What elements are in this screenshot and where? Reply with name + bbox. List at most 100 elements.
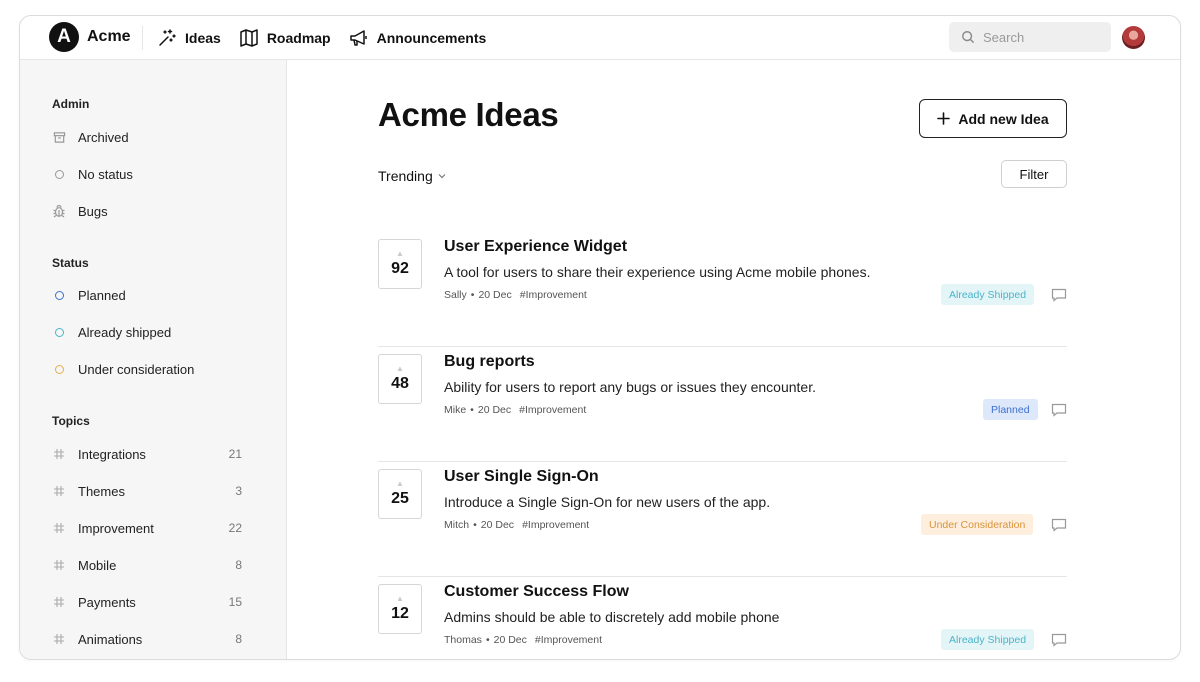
main-nav: Ideas Roadmap Announcements: [157, 16, 486, 60]
comment-icon[interactable]: [1051, 288, 1067, 302]
sidebar-item-planned[interactable]: Planned: [52, 284, 242, 306]
idea-description: A tool for users to share their experien…: [444, 264, 871, 280]
nav-divider: [142, 26, 143, 50]
search-box[interactable]: [949, 22, 1111, 52]
sidebar-topic-mobile[interactable]: Mobile 8: [52, 554, 242, 576]
idea-author: Mitch: [444, 519, 470, 531]
idea-date: 20 Dec: [478, 289, 512, 301]
idea-card: ▲ 25 User Single Sign-On Introduce a Sin…: [378, 462, 1067, 577]
upvote-button[interactable]: ▲ 48: [378, 354, 422, 404]
comment-icon[interactable]: [1051, 403, 1067, 417]
vote-count: 92: [391, 260, 409, 277]
chevron-down-icon: [438, 174, 446, 179]
sidebar-item-label: Already shipped: [78, 324, 172, 340]
idea-description: Introduce a Single Sign-On for new users…: [444, 494, 771, 510]
upvote-button[interactable]: ▲ 25: [378, 469, 422, 519]
status-badge: Already Shipped: [941, 629, 1035, 650]
sidebar-item-label: Archived: [78, 129, 129, 145]
topic-count: 8: [235, 558, 242, 572]
brand-name: Acme: [87, 28, 131, 45]
sidebar-item-under-consideration[interactable]: Under consideration: [52, 358, 242, 380]
topic-label: Improvement: [78, 520, 154, 536]
sidebar-item-label: Bugs: [78, 203, 108, 219]
topic-count: 15: [228, 595, 242, 609]
upvote-arrow-icon: ▲: [396, 364, 404, 373]
idea-description: Ability for users to report any bugs or …: [444, 379, 816, 395]
upvote-arrow-icon: ▲: [396, 594, 404, 603]
archive-icon: [52, 130, 66, 144]
hash-icon: [52, 558, 66, 572]
sidebar-topic-animations[interactable]: Animations 8: [52, 628, 242, 650]
search-icon: [962, 31, 974, 43]
topic-label: Mobile: [78, 557, 117, 573]
upvote-button[interactable]: ▲ 12: [378, 584, 422, 634]
status-dot-icon: [52, 288, 66, 302]
nav-announcements-label: Announcements: [376, 30, 487, 46]
sidebar-topics-title: Topics: [52, 414, 90, 428]
status-badge: Under Consideration: [921, 514, 1034, 535]
idea-title[interactable]: Bug reports: [444, 353, 535, 371]
idea-meta: Mike • 20 Dec #Improvement: [444, 404, 587, 416]
search-input[interactable]: [983, 29, 1103, 45]
nav-ideas[interactable]: Ideas: [157, 28, 221, 48]
upvote-arrow-icon: ▲: [396, 479, 404, 488]
megaphone-icon: [349, 30, 367, 46]
idea-author: Thomas: [444, 634, 482, 646]
idea-date: 20 Dec: [480, 519, 515, 531]
sidebar-item-bugs[interactable]: Bugs: [52, 200, 242, 222]
idea-title[interactable]: User Single Sign-On: [444, 468, 599, 486]
hash-icon: [52, 632, 66, 646]
user-avatar[interactable]: [1122, 26, 1145, 49]
sidebar-item-label: No status: [78, 166, 133, 182]
comment-icon[interactable]: [1051, 633, 1067, 647]
nav-roadmap-label: Roadmap: [266, 30, 331, 46]
acme-logo: A: [49, 22, 79, 52]
plus-icon: [937, 112, 951, 125]
idea-tag[interactable]: #Improvement: [522, 519, 589, 531]
status-dot-icon: [52, 362, 66, 376]
idea-date: 20 Dec: [493, 634, 527, 646]
sidebar-topic-themes[interactable]: Themes 3: [52, 480, 242, 502]
idea-tag[interactable]: #Improvement: [520, 289, 587, 301]
idea-date: 20 Dec: [477, 404, 512, 416]
filter-button[interactable]: Filter: [1001, 160, 1067, 188]
sidebar-item-archived[interactable]: Archived: [52, 126, 242, 148]
topic-count: 21: [228, 447, 242, 461]
idea-card: ▲ 12 Customer Success Flow Admins should…: [378, 577, 1067, 659]
idea-author: Mike: [444, 404, 467, 416]
hash-icon: [52, 595, 66, 609]
hash-icon: [52, 484, 66, 498]
map-icon: [240, 29, 258, 47]
nav-announcements[interactable]: Announcements: [349, 28, 487, 48]
upvote-button[interactable]: ▲ 92: [378, 239, 422, 289]
status-dot-icon: [52, 325, 66, 339]
topic-count: 3: [235, 484, 242, 498]
idea-title[interactable]: Customer Success Flow: [444, 583, 629, 601]
comment-icon[interactable]: [1051, 518, 1067, 532]
sort-dropdown[interactable]: Trending: [378, 168, 447, 184]
sidebar-topic-payments[interactable]: Payments 15: [52, 591, 242, 613]
nav-roadmap[interactable]: Roadmap: [239, 28, 331, 48]
idea-card: ▲ 48 Bug reports Ability for users to re…: [378, 347, 1067, 462]
topic-label: Payments: [78, 594, 136, 610]
sidebar-topic-improvement[interactable]: Improvement 22: [52, 517, 242, 539]
sort-label: Trending: [378, 168, 433, 184]
idea-title[interactable]: User Experience Widget: [444, 238, 627, 256]
vote-count: 12: [391, 605, 409, 622]
add-new-idea-button[interactable]: Add new Idea: [919, 99, 1067, 138]
status-badge: Already Shipped: [941, 284, 1035, 305]
sidebar-topic-integrations[interactable]: Integrations 21: [52, 443, 242, 465]
idea-tag[interactable]: #Improvement: [535, 634, 602, 646]
magic-wand-icon: [159, 29, 176, 46]
idea-description: Admins should be able to discretely add …: [444, 609, 780, 625]
page-title: Acme Ideas: [378, 96, 559, 133]
sidebar-item-no-status[interactable]: No status: [52, 163, 242, 185]
nav-ideas-label: Ideas: [185, 30, 221, 46]
sidebar-item-label: Under consideration: [78, 361, 195, 377]
add-new-idea-label: Add new Idea: [958, 110, 1049, 127]
idea-tag[interactable]: #Improvement: [519, 404, 586, 416]
brand[interactable]: A Acme: [49, 22, 131, 52]
sidebar-item-already-shipped[interactable]: Already shipped: [52, 321, 242, 343]
topic-count: 22: [228, 521, 242, 535]
idea-author: Sally: [444, 289, 467, 301]
